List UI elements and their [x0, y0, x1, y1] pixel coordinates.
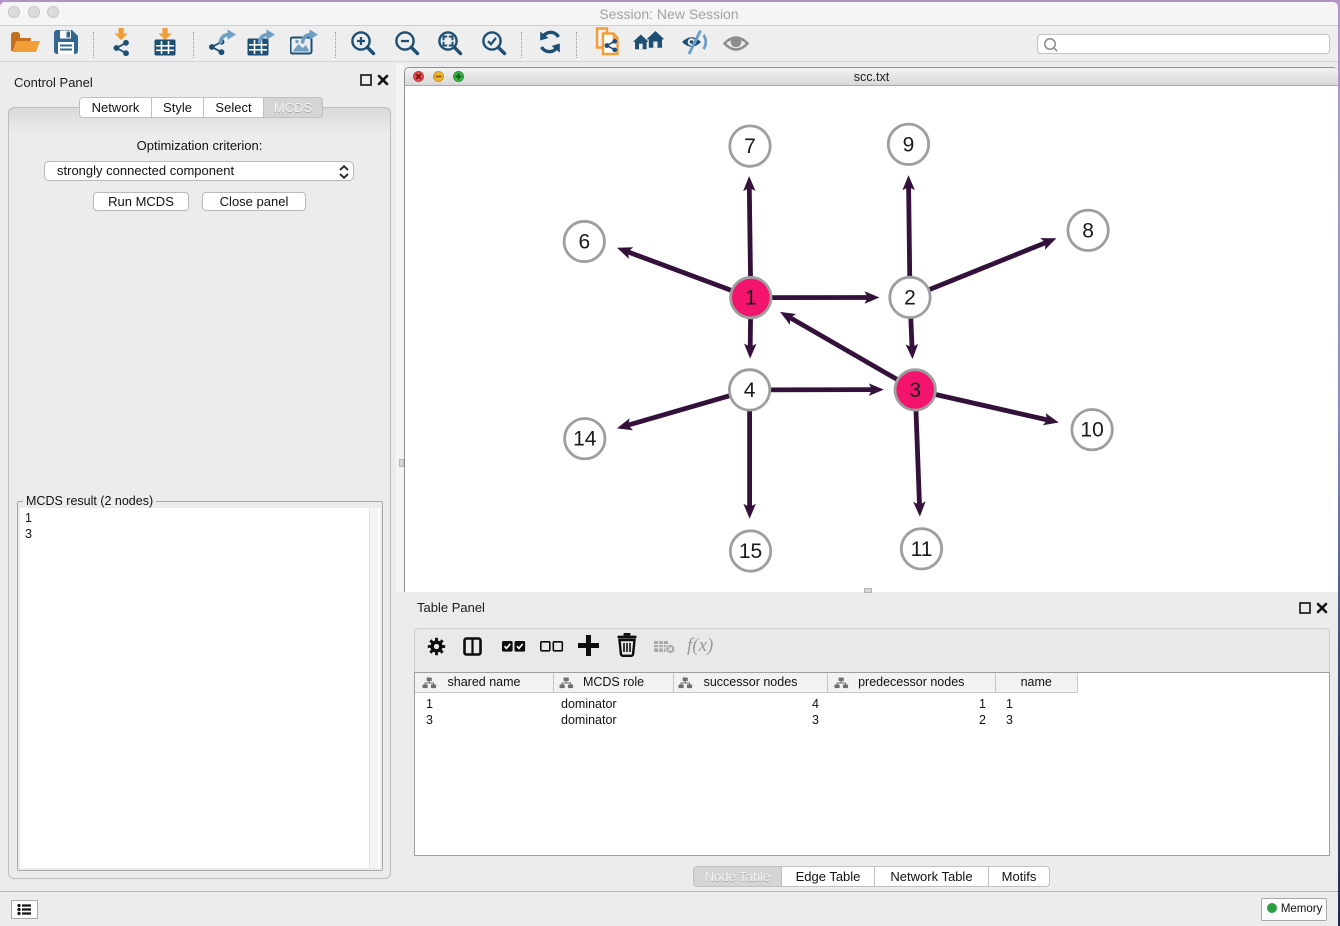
- svg-text:3: 3: [909, 379, 921, 402]
- svg-text:11: 11: [911, 538, 933, 561]
- svg-text:14: 14: [573, 428, 597, 451]
- svg-text:4: 4: [744, 379, 756, 402]
- svg-text:9: 9: [903, 133, 915, 156]
- svg-text:7: 7: [744, 135, 756, 158]
- svg-text:10: 10: [1080, 419, 1103, 442]
- svg-text:6: 6: [578, 231, 590, 254]
- svg-text:8: 8: [1082, 219, 1094, 242]
- svg-text:1: 1: [745, 287, 757, 310]
- svg-text:15: 15: [739, 540, 762, 563]
- svg-text:2: 2: [904, 286, 916, 309]
